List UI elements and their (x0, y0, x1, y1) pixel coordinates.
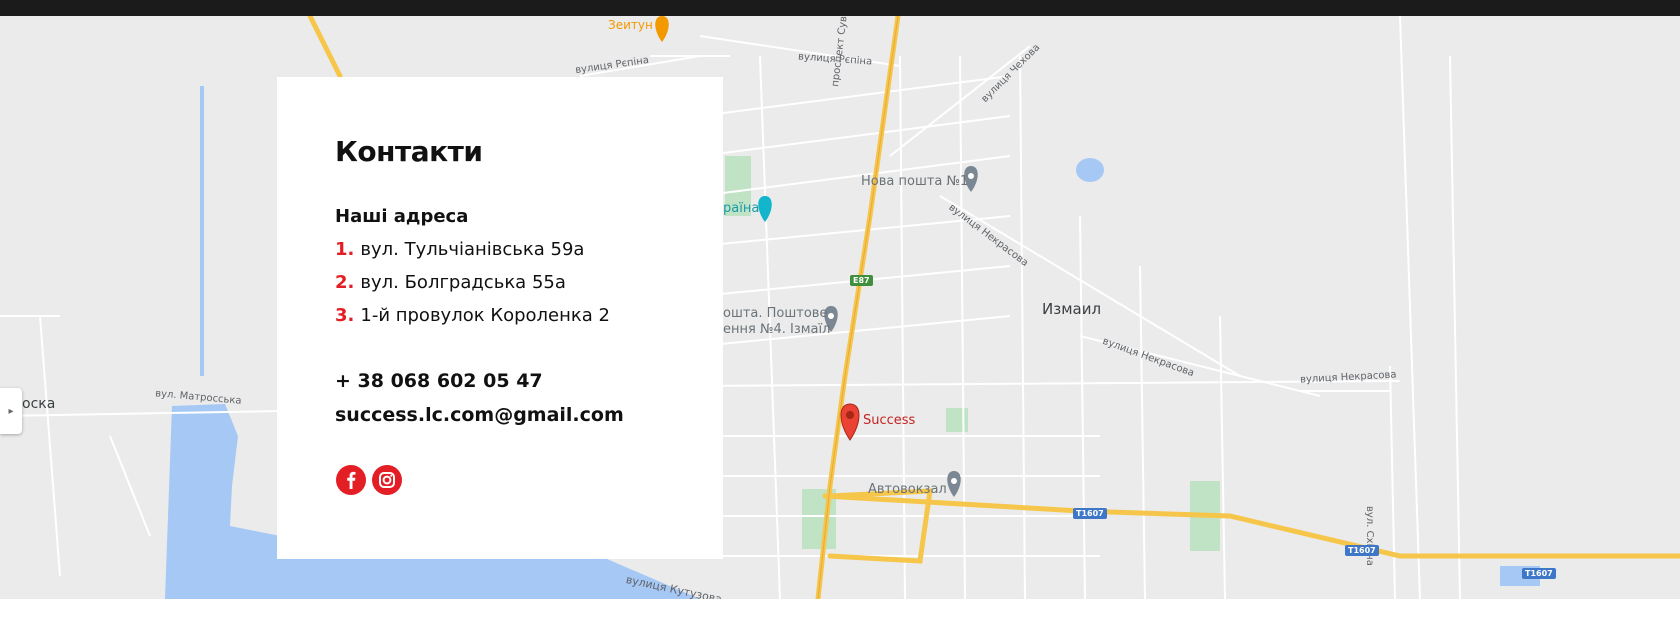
facebook-icon (347, 471, 356, 489)
instagram-link[interactable] (372, 465, 402, 495)
map-label-zeitun: Зеитун (608, 18, 653, 32)
address-number: 1. (335, 239, 355, 260)
top-banner-strip (0, 0, 1680, 16)
poi-label-ukraina[interactable]: раїна (723, 201, 759, 216)
road-shield-t1607-b: T1607 (1345, 545, 1379, 556)
map-canvas[interactable] (0, 16, 1680, 599)
addresses-heading: Наші адреса (335, 206, 469, 227)
address-item: 2. вул. Болградська 55а (335, 272, 566, 293)
map-label-skidna: вул. Східна (1364, 506, 1375, 566)
map-embed[interactable]: Зеитун вулиця Рєпіна вулиця Рєпіна вулиц… (0, 16, 1680, 599)
success-marker-icon (840, 403, 860, 441)
contacts-title: Контакти (335, 135, 483, 168)
road-shield-t1607-c: T1607 (1522, 568, 1556, 579)
poi-label-ukrposhta-line2[interactable]: ення №4. Ізмаїл (723, 322, 830, 337)
poi-label-success[interactable]: Success (863, 413, 915, 428)
instagram-icon (379, 472, 395, 488)
address-text: 1-й провулок Короленка 2 (360, 305, 610, 326)
phone-link[interactable]: + 38 068 602 05 47 (335, 370, 543, 392)
poi-label-avtovokzal[interactable]: Автовокзал (868, 482, 947, 497)
road-shield-e87: E87 (850, 275, 873, 286)
facebook-link[interactable] (336, 465, 366, 495)
poi-label-nova-poshta[interactable]: Нова пошта №1 (861, 174, 968, 189)
road-shield-t1607-a: T1607 (1073, 508, 1107, 519)
address-number: 3. (335, 305, 355, 326)
address-text: вул. Болградська 55а (360, 272, 566, 293)
address-item: 1. вул. Тульчіанівська 59а (335, 239, 584, 260)
poi-label-ukrposhta-line1[interactable]: ошта. Поштове (723, 306, 827, 321)
contacts-card: Контакти Наші адреса 1. вул. Тульчіанівсь… (277, 77, 723, 559)
address-number: 2. (335, 272, 355, 293)
map-label-oska: оска (22, 396, 56, 412)
address-item: 3. 1-й провулок Короленка 2 (335, 305, 610, 326)
map-sidebar-toggle[interactable]: ▸ (0, 388, 22, 434)
map-city-label: Измаил (1042, 300, 1102, 318)
chevron-right-icon: ▸ (8, 405, 14, 417)
address-text: вул. Тульчіанівська 59а (360, 239, 585, 260)
email-link[interactable]: success.lc.com@gmail.com (335, 404, 624, 426)
